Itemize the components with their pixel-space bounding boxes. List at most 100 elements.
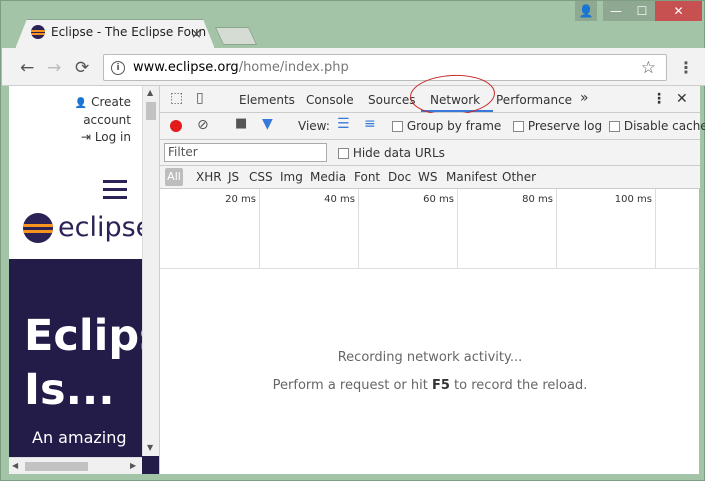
hide-data-urls-checkbox[interactable] <box>338 148 349 159</box>
filter-media[interactable]: Media <box>310 170 346 184</box>
hint-suffix: to record the reload. <box>449 378 588 393</box>
devtools-panel: ⬚ ▯ Elements Console Sources Network Per… <box>159 72 705 474</box>
browser-toolbar: ← → ⟳ i www.eclipse.org/home/index.php ☆… <box>2 48 705 86</box>
filter-xhr[interactable]: XHR <box>196 170 222 184</box>
hint-prefix: Perform a request or hit <box>272 378 432 393</box>
more-tabs-icon[interactable]: » <box>580 90 589 106</box>
preserve-log-label: Preserve log <box>527 119 603 133</box>
tab-performance[interactable]: Performance <box>496 93 572 107</box>
record-icon[interactable] <box>170 120 182 132</box>
timeline-tick-label: 40 ms <box>324 194 355 205</box>
close-button[interactable]: ✕ <box>655 1 702 21</box>
group-by-frame-option[interactable]: Group by frame <box>392 119 501 133</box>
page-horizontal-scrollbar[interactable]: ◀ ▶ <box>9 457 142 474</box>
minimize-button[interactable]: — <box>603 1 629 21</box>
url-path: /home/index.php <box>238 60 349 75</box>
scroll-up-icon[interactable]: ▲ <box>147 88 153 97</box>
browser-menu-icon[interactable]: ⋮ <box>678 58 694 77</box>
scroll-left-icon[interactable]: ◀ <box>12 461 18 470</box>
new-tab-button[interactable] <box>214 27 258 45</box>
preserve-log-option[interactable]: Preserve log <box>513 119 602 133</box>
hide-data-urls-option[interactable]: Hide data URLs <box>338 146 445 160</box>
forward-icon[interactable]: → <box>47 58 61 78</box>
timeline-tick-label: 20 ms <box>225 194 256 205</box>
browser-tab-content: Eclipse - The Eclipse Foun <box>31 25 206 39</box>
login-label: Log in <box>94 130 131 144</box>
hamburger-menu-icon[interactable] <box>103 180 127 204</box>
scroll-thumb[interactable] <box>146 102 156 120</box>
disable-cache-option[interactable]: Disable cache <box>609 119 705 133</box>
site-info-icon[interactable]: i <box>111 60 125 75</box>
tab-sources[interactable]: Sources <box>368 93 415 107</box>
recording-message: Recording network activity... <box>337 350 523 365</box>
disable-cache-checkbox[interactable] <box>609 121 620 132</box>
account-links: 👤 Create account ⇥ Log in <box>75 94 131 146</box>
disable-cache-label: Disable cache <box>623 119 705 133</box>
group-by-frame-label: Group by frame <box>406 119 502 133</box>
scroll-down-icon[interactable]: ▼ <box>147 443 153 452</box>
tab-console[interactable]: Console <box>306 93 354 107</box>
timeline-column <box>656 189 700 269</box>
filter-input[interactable]: Filter <box>164 143 327 162</box>
view-label: View: <box>298 119 330 133</box>
eclipse-logo-icon <box>23 212 53 243</box>
device-toolbar-icon[interactable]: ▯ <box>196 90 204 106</box>
reload-hint: Perform a request or hit F5 to record th… <box>160 378 700 393</box>
login-icon: ⇥ <box>80 130 91 144</box>
filter-all-button[interactable]: All <box>165 168 183 186</box>
devtools-close-icon[interactable]: ✕ <box>676 91 688 107</box>
tab-elements[interactable]: Elements <box>239 93 295 107</box>
tab-strip: Eclipse - The Eclipse Foun × <box>1 1 571 49</box>
page-vertical-scrollbar[interactable]: ▲ ▼ <box>142 86 159 456</box>
url-host: www.eclipse.org <box>133 60 239 75</box>
inspect-element-icon[interactable]: ⬚ <box>170 90 183 106</box>
filter-ws[interactable]: WS <box>418 170 437 184</box>
devtools-tabbar: ⬚ ▯ Elements Console Sources Network Per… <box>160 72 700 118</box>
large-rows-icon[interactable]: ☰ <box>337 116 350 132</box>
filter-css[interactable]: CSS <box>249 170 273 184</box>
filter-bar: Filter Hide data URLs <box>160 140 700 166</box>
page-viewport: 👤 Create account ⇥ Log in eclipse Eclips… <box>9 86 159 474</box>
overview-icon[interactable]: ≡ <box>364 116 376 132</box>
filter-other[interactable]: Other <box>502 170 536 184</box>
network-timeline: 20 ms 40 ms 60 ms 80 ms 100 ms <box>160 189 700 269</box>
group-by-frame-checkbox[interactable] <box>392 121 403 132</box>
filter-js[interactable]: JS <box>228 170 239 184</box>
filter-manifest[interactable]: Manifest <box>446 170 497 184</box>
hscroll-thumb[interactable] <box>25 462 88 471</box>
devtools-menu-icon[interactable]: ⋮ <box>652 91 666 107</box>
timeline-tick-label: 100 ms <box>614 194 652 205</box>
timeline-tick-label: 60 ms <box>423 194 454 205</box>
filter-img[interactable]: Img <box>280 170 303 184</box>
eclipse-logo[interactable]: eclipse <box>23 212 152 243</box>
filter-icon[interactable]: ▼ <box>262 116 273 132</box>
user-icon[interactable]: 👤 <box>575 1 597 21</box>
address-bar[interactable]: i www.eclipse.org/home/index.php ☆ <box>103 54 667 81</box>
preserve-log-checkbox[interactable] <box>513 121 524 132</box>
clear-icon[interactable]: ⊘ <box>197 117 209 133</box>
capture-screenshots-icon[interactable]: ■ <box>235 116 247 131</box>
maximize-button[interactable]: ☐ <box>629 1 655 21</box>
hero-title: Eclipse Is... <box>24 311 159 415</box>
filter-font[interactable]: Font <box>354 170 380 184</box>
logo-text: eclipse <box>58 212 153 243</box>
scroll-right-icon[interactable]: ▶ <box>130 461 136 470</box>
eclipse-favicon-icon <box>31 25 45 39</box>
tab-close-icon[interactable]: × <box>191 27 202 42</box>
browser-tab-title: Eclipse - The Eclipse Foun <box>51 25 207 39</box>
login-link[interactable]: ⇥ Log in <box>75 129 131 146</box>
hero-subtitle: An amazing <box>32 428 127 447</box>
create-account-line2[interactable]: account <box>75 112 131 129</box>
url-text: www.eclipse.org/home/index.php <box>133 60 349 75</box>
filter-doc[interactable]: Doc <box>388 170 411 184</box>
hint-key: F5 <box>431 378 450 393</box>
bookmark-star-icon[interactable]: ☆ <box>641 58 656 78</box>
reload-icon[interactable]: ⟳ <box>75 58 89 78</box>
hide-data-urls-label: Hide data URLs <box>352 146 445 160</box>
back-icon[interactable]: ← <box>20 58 34 78</box>
create-account-line1: Create <box>91 95 131 109</box>
create-account-link[interactable]: 👤 Create <box>75 94 131 112</box>
hero-banner: Eclipse Is... An amazing <box>9 259 159 474</box>
resource-type-filters: All XHR JS CSS Img Media Font Doc WS Man… <box>160 166 700 189</box>
user-icon: 👤 <box>74 98 88 109</box>
